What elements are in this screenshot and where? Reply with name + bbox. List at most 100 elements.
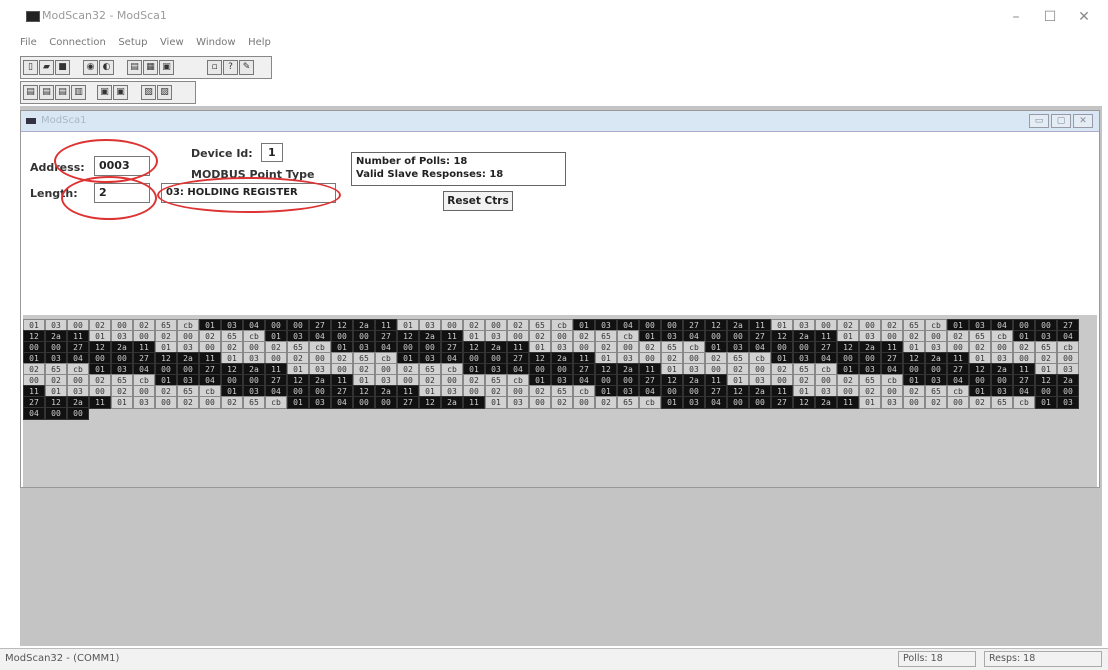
traffic-line: 11 01 03 00 02 00 02 65 cb 01 03 04 00 00 27 12 2a 11 01 03…	[23, 385, 1079, 398]
view-log-icon[interactable]: ▣	[113, 85, 128, 100]
traffic-byte: 2a	[441, 396, 463, 409]
display-toolbar: ▤ ▤ ▤ ▥ ▣ ▣ ▧ ▨	[20, 81, 196, 104]
traffic-byte: 04	[23, 407, 45, 420]
traffic-byte: 65	[991, 396, 1013, 409]
traffic-byte: 03	[507, 396, 529, 409]
traffic-byte: 00	[749, 396, 771, 409]
traffic-byte: 11	[837, 396, 859, 409]
traffic-byte: 00	[45, 407, 67, 420]
reset-counters-button[interactable]: Reset Ctrs	[443, 191, 513, 211]
menu-view[interactable]: View	[160, 37, 184, 48]
info-icon[interactable]: ▫	[207, 60, 222, 75]
traffic-line: 01 03 04 00 00 27 12 2a 11 01 03 00 02 00 02 65 cb 01 03 04…	[23, 352, 1079, 365]
traffic-display: 01 03 00 02 00 02 65 cb 01 03 04 00 00 27 12 2a 11 01 03 00…	[23, 315, 1097, 487]
traffic-byte: 00	[573, 396, 595, 409]
status-connection: ModScan32 - (COMM1)	[5, 653, 120, 664]
save-icon[interactable]: ■	[55, 60, 70, 75]
traffic-line: 00 02 00 02 65 cb 01 03 04 00 00 27 12 2a 11 01 03 00 02 00…	[23, 374, 1079, 387]
traffic-byte: 27	[397, 396, 419, 409]
traffic-line: 01 03 00 02 00 02 65 cb 01 03 04 00 00 27 12 2a 11 01 03 00…	[23, 319, 1079, 332]
display-float-icon[interactable]: ▥	[71, 85, 86, 100]
traffic-byte: cb	[265, 396, 287, 409]
traffic-byte: 00	[353, 396, 375, 409]
traffic-byte: 00	[67, 407, 89, 420]
child-minimize-button[interactable]: ▭	[1029, 114, 1049, 128]
traffic-byte: 00	[947, 396, 969, 409]
display-hex-icon[interactable]: ▤	[55, 85, 70, 100]
child-maximize-button[interactable]: ▢	[1051, 114, 1071, 128]
traffic-byte: 65	[617, 396, 639, 409]
traffic-byte: 12	[419, 396, 441, 409]
traffic-line: 04 00 00	[23, 407, 89, 420]
tile-icon[interactable]: ▧	[141, 85, 156, 100]
help-icon[interactable]: ?	[223, 60, 238, 75]
traffic-byte: 00	[375, 396, 397, 409]
traffic-byte: 65	[243, 396, 265, 409]
display-binary-icon[interactable]: ▤	[23, 85, 38, 100]
menu-window[interactable]: Window	[196, 37, 235, 48]
traffic-byte: 01	[287, 396, 309, 409]
close-button[interactable]: ✕	[1064, 6, 1104, 28]
connect-icon[interactable]: ◉	[83, 60, 98, 75]
new-icon[interactable]: ▯	[23, 60, 38, 75]
polls-count-text: Number of Polls: 18	[356, 156, 468, 167]
traffic-line: 12 2a 11 01 03 00 02 00 02 65 cb 01 03 04 00 00 27 12 2a 11…	[23, 330, 1079, 343]
traffic-byte: 02	[221, 396, 243, 409]
traffic-byte: 03	[683, 396, 705, 409]
status-bar: ModScan32 - (COMM1) Polls: 18 Resps: 18	[0, 648, 1108, 670]
menu-connection[interactable]: Connection	[49, 37, 106, 48]
poll-settings-form: Address: 0003 Length: 2 Device Id: 1 MOD…	[21, 132, 1099, 322]
device-id-label: Device Id:	[191, 147, 253, 160]
child-close-button[interactable]: ✕	[1073, 114, 1093, 128]
disconnect-icon[interactable]: ◐	[99, 60, 114, 75]
view-traffic-icon[interactable]: ▣	[97, 85, 112, 100]
traffic-byte: 11	[89, 396, 111, 409]
traffic-byte: 03	[309, 396, 331, 409]
traffic-line: 02 65 cb 01 03 04 00 00 27 12 2a 11 01 03 00 02 00 02 65 cb…	[23, 363, 1079, 376]
traffic-byte: cb	[1013, 396, 1035, 409]
main-toolbar: ▯ ▰ ■ ◉ ◐ ▤ ▦ ▣ ▫ ? ✎	[20, 56, 272, 79]
traffic-byte: 03	[133, 396, 155, 409]
traffic-byte: 11	[463, 396, 485, 409]
print-icon[interactable]: ▦	[143, 60, 158, 75]
mdi-workspace: ModSca1 ▭ ▢ ✕ Address: 0003 Length: 2 De…	[20, 106, 1102, 646]
modscan-child-window: ModSca1 ▭ ▢ ✕ Address: 0003 Length: 2 De…	[20, 110, 1100, 488]
context-help-icon[interactable]: ✎	[239, 60, 254, 75]
traffic-byte: 01	[661, 396, 683, 409]
traffic-byte: 27	[771, 396, 793, 409]
length-highlight-circle	[61, 176, 157, 220]
traffic-byte: 00	[199, 396, 221, 409]
traffic-byte: 01	[859, 396, 881, 409]
valid-responses-text: Valid Slave Responses: 18	[356, 169, 504, 180]
monitor-icon[interactable]: ▣	[159, 60, 174, 75]
menu-bar: File Connection Setup View Window Help	[20, 35, 280, 51]
traffic-line: 00 00 27 12 2a 11 01 03 00 02 00 02 65 cb 01 03 04 00 00 27…	[23, 341, 1079, 354]
child-window-title: ModSca1	[41, 115, 87, 126]
status-polls: Polls: 18	[898, 651, 976, 667]
menu-file[interactable]: File	[20, 37, 37, 48]
traffic-byte: 02	[551, 396, 573, 409]
display-icon[interactable]: ▤	[127, 60, 142, 75]
traffic-byte: 02	[969, 396, 991, 409]
menu-help[interactable]: Help	[248, 37, 271, 48]
traffic-byte: 03	[1057, 396, 1079, 409]
traffic-byte: 00	[903, 396, 925, 409]
traffic-byte: 01	[111, 396, 133, 409]
status-resps: Resps: 18	[984, 651, 1102, 667]
traffic-byte: 01	[485, 396, 507, 409]
device-id-input[interactable]: 1	[261, 143, 283, 162]
traffic-byte: 04	[705, 396, 727, 409]
traffic-byte: 02	[177, 396, 199, 409]
child-window-icon	[26, 118, 36, 124]
traffic-byte: 03	[881, 396, 903, 409]
open-icon[interactable]: ▰	[39, 60, 54, 75]
display-decimal-icon[interactable]: ▤	[39, 85, 54, 100]
cascade-icon[interactable]: ▨	[157, 85, 172, 100]
traffic-byte: 12	[793, 396, 815, 409]
traffic-byte: 02	[595, 396, 617, 409]
title-bar: ModScan32 - ModSca1 – ☐ ✕	[0, 0, 1108, 34]
menu-setup[interactable]: Setup	[118, 37, 147, 48]
traffic-byte: 00	[155, 396, 177, 409]
traffic-byte: 00	[727, 396, 749, 409]
traffic-byte: 01	[1035, 396, 1057, 409]
